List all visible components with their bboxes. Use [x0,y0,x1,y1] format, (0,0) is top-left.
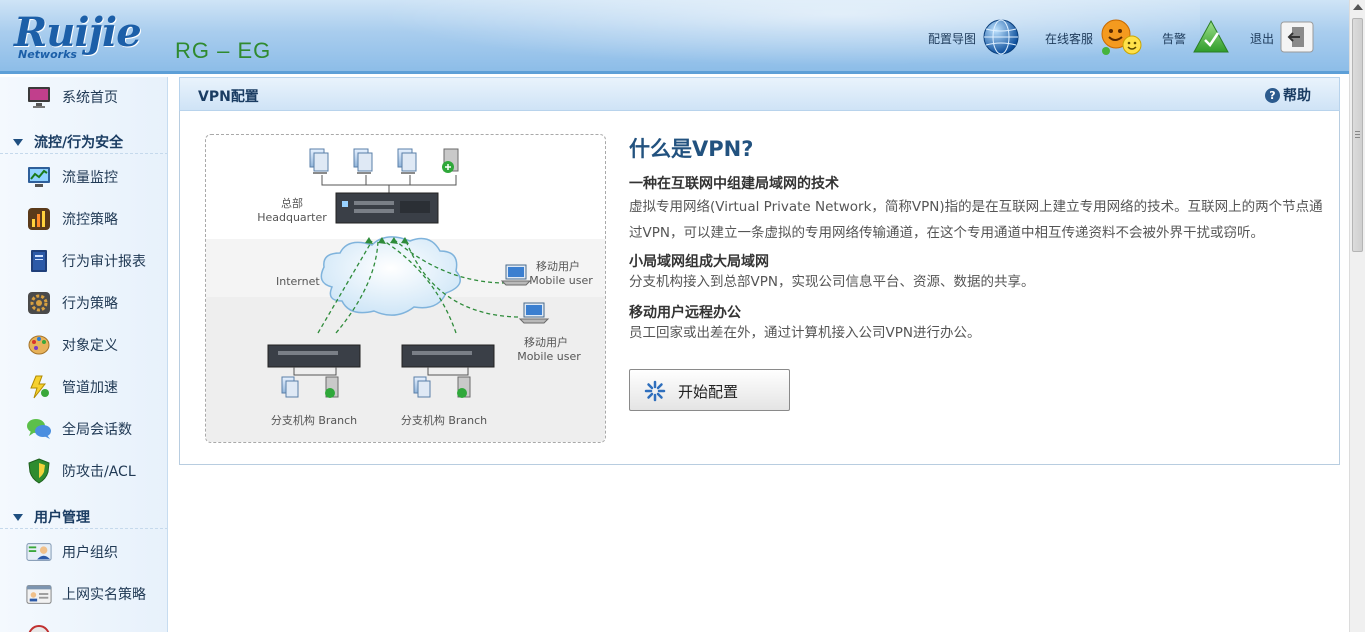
section-flow-security[interactable]: 流控/行为安全 [0,130,167,154]
mobile-user-label-en: Mobile user [529,274,593,287]
mobile-user-label-cn: 移动用户 [524,335,568,349]
mobile-user-laptop-bottom [518,302,550,324]
palette-icon [26,332,52,358]
help-icon: ? [1265,87,1280,103]
sidebar-item-label: 流量监控 [62,170,118,186]
config-map-label: 配置导图 [928,31,977,46]
sidebar-item-label: 上网实名策略 [62,587,146,603]
collapse-triangle-icon [13,514,23,521]
shield-icon [26,458,52,484]
internet-label: Internet [276,275,320,288]
online-service-link[interactable]: 在线客服 [1045,19,1143,55]
sidebar-item-label: 用户组织 [62,545,118,561]
globe-icon [982,18,1020,59]
sidebar-item-behavior-policy[interactable]: 行为策略 [0,284,167,322]
clock-icon [26,623,52,632]
block-text: 员工回家或出差在外，通过计算机接入公司VPN进行办公。 [629,325,981,341]
sidebar-item-partial[interactable] [0,617,167,632]
start-config-button[interactable]: 开始配置 [629,369,790,411]
vpn-topology-diagram: 总部 Headquarter Internet 移动用户 Mobile user… [205,134,606,443]
chat-icon [26,416,52,442]
logout-link[interactable]: 退出 [1250,21,1314,56]
mobile-user-label-cn: 移动用户 [536,259,580,273]
snowflake-config-icon [644,380,666,406]
bar-chart-icon [26,206,52,232]
book-icon [26,248,52,274]
sidebar-item-label: 全局会话数 [62,422,132,438]
page-title: VPN配置 [198,89,259,105]
sidebar-item-traffic-monitor[interactable]: 流量监控 [0,158,167,196]
top-header: Ruijie Networks RG – EG 配置导图 在线客服 告警 退出 [0,0,1349,74]
gear-icon [26,290,52,316]
sidebar-item-pipe-acceleration[interactable]: 管道加速 [0,368,167,406]
logo-subtext: Networks [18,48,77,61]
block-text: 分支机构接入到总部VPN，实现公司信息平台、资源、数据的共享。 [629,274,1035,290]
logout-icon [1280,21,1314,56]
sidebar-item-label: 行为策略 [62,296,118,312]
block-title: 小局域网组成大局域网 [629,254,769,270]
scroll-thumb[interactable] [1352,18,1363,252]
config-map-link[interactable]: 配置导图 [928,19,1020,54]
block-title: 移动用户远程办公 [629,305,741,321]
grip-line [1355,137,1360,138]
sidebar-item-label: 对象定义 [62,338,118,354]
sidebar: 系统首页 流控/行为安全 流量监控 流控策略 行为审计报表 行为策略 对象定义 [0,77,168,632]
online-service-label: 在线客服 [1045,31,1094,46]
ruijie-logo: Ruijie Networks [14,10,166,62]
sidebar-item-anti-attack-acl[interactable]: 防攻击/ACL [0,452,167,490]
hq-label-en: Headquarter [257,211,327,224]
vertical-scrollbar[interactable] [1349,0,1365,632]
help-button[interactable]: ? 帮助 [1265,85,1311,105]
alarm-link[interactable]: 告警 [1162,19,1230,54]
sidebar-item-audit-report[interactable]: 行为审计报表 [0,242,167,280]
sidebar-item-realname-policy[interactable]: 上网实名策略 [0,575,167,613]
product-name: RG – EG [175,38,272,63]
sidebar-item-label: 防攻击/ACL [62,464,136,480]
sidebar-item-home[interactable]: 系统首页 [0,78,167,116]
grip-line [1355,134,1360,135]
hq-label-cn: 总部 [281,196,303,210]
sidebar-item-label: 流控策略 [62,212,118,228]
section-title: 流控/行为安全 [34,134,124,151]
sidebar-item-global-sessions[interactable]: 全局会话数 [0,410,167,448]
logout-label: 退出 [1250,31,1275,46]
user-org-icon [26,539,52,565]
vpn-description: 什么是VPN? 一种在互联网中组建局域网的技术 虚拟专用网络(Virtual P… [629,134,1329,343]
block-title: 一种在互联网中组建局域网的技术 [629,176,839,192]
mobile-user-laptop-top [500,264,532,286]
hq-router [335,192,439,224]
alert-triangle-icon [1192,19,1230,58]
sidebar-item-flow-policy[interactable]: 流控策略 [0,200,167,238]
lightning-icon [26,374,52,400]
help-label: 帮助 [1283,88,1311,104]
grip-line [1355,131,1360,132]
id-card-icon [26,581,52,607]
sidebar-item-object-definition[interactable]: 对象定义 [0,326,167,364]
vpn-heading: 什么是VPN? [629,137,754,161]
section-user-management[interactable]: 用户管理 [0,505,167,529]
collapse-triangle-icon [13,139,23,146]
mobile-user-label-en: Mobile user [517,350,581,363]
branch-label-left: 分支机构 Branch [271,413,357,427]
sidebar-item-label: 系统首页 [62,90,118,106]
sidebar-item-label: 行为审计报表 [62,254,146,270]
traffic-monitor-icon [26,164,52,190]
scroll-up-arrow-icon[interactable] [1353,4,1363,10]
smiley-icon [1099,17,1143,60]
monitor-icon [26,84,52,110]
section-title: 用户管理 [34,509,90,526]
block-text: 虚拟专用网络(Virtual Private Network，简称VPN)指的是… [629,199,1323,241]
alarm-label: 告警 [1162,31,1187,46]
start-config-label: 开始配置 [678,383,739,401]
sidebar-item-label: 管道加速 [62,380,118,396]
branch-label-right: 分支机构 Branch [401,413,487,427]
hq-pc-icons [309,148,459,174]
page-titlebar: VPN配置 ? 帮助 [179,77,1340,111]
sidebar-item-user-org[interactable]: 用户组织 [0,533,167,571]
